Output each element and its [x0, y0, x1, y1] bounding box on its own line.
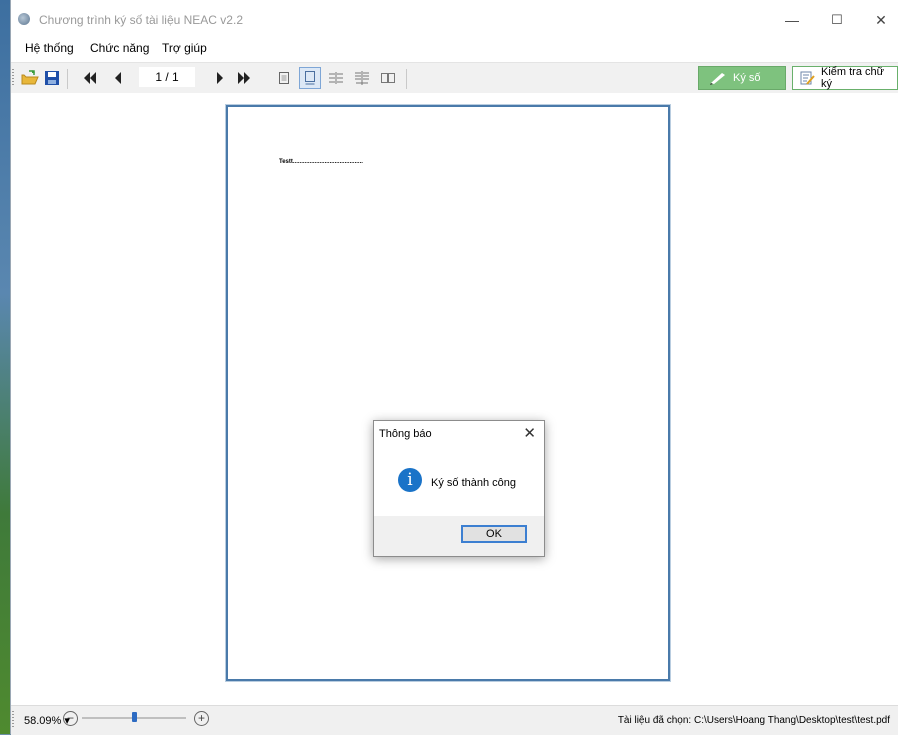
statusbar-grip — [12, 711, 14, 729]
document-viewer[interactable]: Testt...................................… — [11, 93, 898, 705]
first-page-icon[interactable] — [79, 67, 101, 89]
toolbar-separator — [67, 69, 68, 89]
app-icon — [18, 13, 30, 25]
pdf-page: Testt...................................… — [226, 105, 670, 681]
notification-dialog: Thông báo ✕ i Ký số thành công OK — [373, 420, 545, 557]
verify-signature-button[interactable]: Kiểm tra chữ ký — [792, 66, 898, 90]
minimize-button[interactable]: — — [769, 8, 815, 32]
last-page-icon[interactable] — [233, 67, 255, 89]
dialog-title: Thông báo — [379, 428, 432, 440]
window-title: Chương trình ký số tài liệu NEAC v2.2 — [39, 13, 243, 27]
menu-help[interactable]: Trợ giúp — [162, 41, 207, 55]
menu-bar: Hệ thống Chức năng Trợ giúp — [11, 38, 898, 60]
page-text: Testt...................................… — [279, 159, 363, 165]
menu-functions[interactable]: Chức năng — [90, 41, 149, 55]
facing-continuous-icon[interactable] — [351, 67, 373, 89]
status-bar: 58.09% ▾ − + Tài liệu đã chọn: C:\Users\… — [11, 705, 898, 735]
save-icon[interactable] — [41, 67, 63, 89]
toolbar: 1 / 1 Ký số Kiểm tra chữ ký — [11, 62, 898, 94]
sign-button[interactable]: Ký số — [698, 66, 786, 90]
continuous-page-icon[interactable] — [299, 67, 321, 89]
document-check-icon — [799, 70, 815, 86]
close-button[interactable]: ✕ — [858, 8, 898, 32]
maximize-button[interactable]: ☐ — [814, 8, 860, 32]
zoom-slider-thumb[interactable] — [132, 712, 137, 722]
open-folder-icon[interactable] — [19, 67, 41, 89]
verify-signature-label: Kiểm tra chữ ký — [821, 66, 884, 90]
next-page-icon[interactable] — [209, 67, 231, 89]
app-window: Chương trình ký số tài liệu NEAC v2.2 — … — [10, 0, 898, 735]
dialog-footer: OK — [374, 516, 544, 556]
ok-button[interactable]: OK — [461, 525, 527, 543]
pen-icon — [709, 71, 727, 85]
zoom-out-icon[interactable]: − — [63, 711, 78, 726]
page-indicator[interactable]: 1 / 1 — [139, 67, 195, 87]
facing-icon[interactable] — [325, 67, 347, 89]
selected-file-path: Tài liệu đã chọn: C:\Users\Hoang Thang\D… — [617, 715, 890, 726]
title-bar: Chương trình ký số tài liệu NEAC v2.2 — … — [11, 0, 898, 38]
book-view-icon[interactable] — [377, 67, 399, 89]
single-page-icon[interactable] — [273, 67, 295, 89]
dialog-close-button[interactable]: ✕ — [523, 424, 536, 442]
prev-page-icon[interactable] — [107, 67, 129, 89]
menu-system[interactable]: Hệ thống — [25, 41, 74, 55]
dialog-message: Ký số thành công — [431, 477, 517, 489]
sign-button-label: Ký số — [733, 72, 761, 84]
info-icon: i — [398, 468, 422, 492]
toolbar-grip[interactable] — [12, 69, 14, 87]
zoom-in-icon[interactable]: + — [194, 711, 209, 726]
desktop-background — [0, 0, 10, 734]
toolbar-separator — [406, 69, 407, 89]
